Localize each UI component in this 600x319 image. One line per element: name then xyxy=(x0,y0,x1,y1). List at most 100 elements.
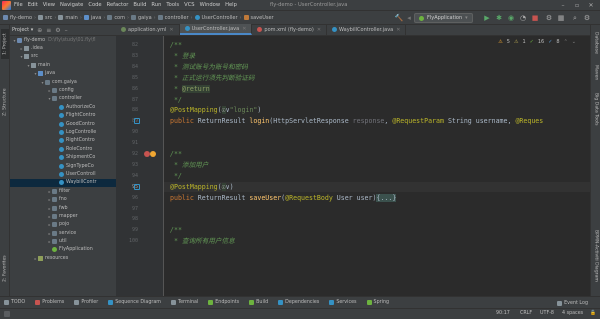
gear-icon[interactable]: ⚙ xyxy=(55,27,60,34)
tree-item[interactable]: ▸ fwb xyxy=(10,204,116,212)
editor-tab[interactable]: WaybillController.java ✕ xyxy=(327,24,407,35)
menu-build[interactable]: Build xyxy=(133,2,146,8)
menu-code[interactable]: Code xyxy=(88,2,101,8)
settings-icon[interactable]: ⚙ xyxy=(582,13,592,23)
tab-big-data-tools[interactable]: Big Data Tools xyxy=(592,89,600,129)
indent-setting[interactable]: 4 spaces xyxy=(562,311,583,316)
tree-item[interactable]: ▾ com.gaiya xyxy=(10,78,116,86)
debug-icon[interactable]: ✱ xyxy=(494,13,504,23)
tree-item[interactable]: ▾ src xyxy=(10,53,116,61)
build-hammer-icon[interactable]: 🔨 xyxy=(394,13,404,23)
close-icon[interactable]: ✕ xyxy=(584,0,598,11)
tree-item[interactable]: FlyApplication xyxy=(10,246,116,254)
tab-maven[interactable]: Maven xyxy=(592,61,600,85)
tree-item[interactable]: ▸ util xyxy=(10,237,116,245)
code-line[interactable]: /** xyxy=(164,40,590,50)
breadcrumb-item[interactable]: src › xyxy=(38,15,58,21)
breadcrumb-item[interactable]: UserController › xyxy=(194,15,244,21)
close-tab-icon[interactable]: ✕ xyxy=(396,27,400,33)
code-line[interactable]: * 添加用户 xyxy=(164,160,590,170)
code-line[interactable]: * 正式运行须先判断验证码 xyxy=(164,73,590,83)
caret-position[interactable]: 90:17 xyxy=(496,311,510,316)
tree-item[interactable]: ▸ config xyxy=(10,86,116,94)
profile-icon[interactable]: ◔ xyxy=(518,13,528,23)
tree-item[interactable]: ▸ fno xyxy=(10,195,116,203)
code-line[interactable] xyxy=(164,214,590,224)
coverage-icon[interactable]: ◉ xyxy=(506,13,516,23)
collapse-icon[interactable]: ≡ xyxy=(46,27,51,34)
code-line[interactable] xyxy=(164,127,590,137)
menu-tools[interactable]: Tools xyxy=(166,2,179,8)
breadcrumb-item[interactable]: controller › xyxy=(157,15,195,21)
line-separator[interactable]: CRLF xyxy=(520,311,532,316)
stop-icon[interactable]: ■ xyxy=(530,13,540,23)
close-tab-icon[interactable]: ✕ xyxy=(317,27,321,33)
code-line[interactable]: */ xyxy=(164,95,590,105)
menu-help[interactable]: Help xyxy=(225,2,237,8)
tree-item[interactable]: ShipmentCo xyxy=(10,153,116,161)
lightbulb-icon[interactable] xyxy=(150,151,156,157)
code-editor[interactable]: ⚠ 5 ⚠ 1 ✓ 16 ✓ 8 ⌃ ⌄ /** * 登录 * 测试账号为账号和密码 *… xyxy=(164,36,590,296)
tree-item[interactable]: GoodContro xyxy=(10,120,116,128)
close-tab-icon[interactable]: ✕ xyxy=(242,26,246,32)
code-line[interactable]: /** xyxy=(164,149,590,159)
project-view-select[interactable]: Project ▾ xyxy=(12,27,33,33)
tree-item[interactable]: ▾ main xyxy=(10,61,116,69)
code-line[interactable] xyxy=(164,138,590,148)
file-encoding[interactable]: UTF-8 xyxy=(540,311,554,316)
tree-item[interactable]: ▸ pojo xyxy=(10,221,116,229)
code-line[interactable]: @PostMapping(☉∨"login") xyxy=(164,105,590,115)
menu-view[interactable]: View xyxy=(43,2,55,8)
tree-item[interactable]: ▸ resources xyxy=(10,254,116,262)
code-line[interactable]: * 查询所有用户信息 xyxy=(164,236,590,246)
close-tab-icon[interactable]: ✕ xyxy=(169,27,173,33)
minimize-icon[interactable]: – xyxy=(556,0,570,11)
tab-structure[interactable]: Z: Structure xyxy=(1,85,9,119)
tool-window-profiler[interactable]: Profiler xyxy=(74,300,98,305)
back-icon[interactable]: ◂ xyxy=(404,13,414,23)
tool-window-problems[interactable]: Problems xyxy=(35,300,64,305)
code-line[interactable]: * 测试账号为账号和密码 xyxy=(164,62,590,72)
editor-tab[interactable]: UserController.java ✕ xyxy=(179,24,253,35)
tool-window-dependencies[interactable]: Dependencies xyxy=(278,300,319,305)
tab-database[interactable]: Database xyxy=(592,29,600,57)
endpoint-marker-icon[interactable] xyxy=(134,183,140,190)
tree-item[interactable]: AuthorizeCo xyxy=(10,103,116,111)
code-line[interactable] xyxy=(164,204,590,214)
maximize-icon[interactable]: ▫ xyxy=(570,0,584,11)
tree-item[interactable]: RoleContro xyxy=(10,145,116,153)
project-structure-icon[interactable]: ▦ xyxy=(556,13,566,23)
menu-edit[interactable]: Edit xyxy=(28,2,38,8)
editor-tab[interactable]: application.yml ✕ xyxy=(116,24,180,35)
search-icon[interactable]: ⌕ xyxy=(570,13,580,23)
hide-icon[interactable]: – xyxy=(65,27,68,34)
code-line[interactable]: @PostMapping(☉∨) xyxy=(164,181,590,192)
menu-run[interactable]: Run xyxy=(151,2,161,8)
tree-item[interactable]: LogControlle xyxy=(10,128,116,136)
editor-tab[interactable]: pom.xml (fly-demo) ✕ xyxy=(252,24,328,35)
code-line[interactable]: */ xyxy=(164,171,590,181)
menu-window[interactable]: Window xyxy=(200,2,220,8)
tab-bpmn-diagram[interactable]: BPMN-Activiti Diagram xyxy=(592,221,600,291)
tab-favorites[interactable]: 2: Favorites xyxy=(1,251,9,287)
tree-item[interactable]: ▾ java xyxy=(10,70,116,78)
breadcrumb-item[interactable]: saveUser xyxy=(243,15,274,21)
tree-item[interactable]: RightContro xyxy=(10,137,116,145)
tree-item[interactable]: ▸ mapper xyxy=(10,212,116,220)
tool-window-sequence-diagram[interactable]: Sequence Diagram xyxy=(108,300,161,305)
tool-windows-icon[interactable] xyxy=(4,311,10,317)
code-line[interactable]: * 登录 xyxy=(164,51,590,61)
tree-item[interactable]: ▾ fly-demo D:\fly\study\01.fly\fl xyxy=(10,36,116,44)
tree-item[interactable]: WaybillContr xyxy=(10,178,116,188)
tree-item[interactable]: FlightContro xyxy=(10,112,116,120)
breadcrumb-item[interactable]: com › xyxy=(107,15,131,21)
locate-icon[interactable]: ⊕ xyxy=(37,27,42,34)
tool-window-todo[interactable]: TODO xyxy=(4,300,25,305)
code-line[interactable]: public ReturnResult saveUser(@RequestBod… xyxy=(164,193,590,203)
breadcrumb-item[interactable]: gaiya › xyxy=(131,15,158,21)
breadcrumb-item[interactable]: fly-demo › xyxy=(3,15,38,21)
run-configuration-select[interactable]: FlyApplication ▾ xyxy=(414,13,473,23)
code-line[interactable]: * @return xyxy=(164,84,590,94)
code-line[interactable]: public ReturnResult login(HttpServletRes… xyxy=(164,116,590,126)
menu-refactor[interactable]: Refactor xyxy=(107,2,129,8)
